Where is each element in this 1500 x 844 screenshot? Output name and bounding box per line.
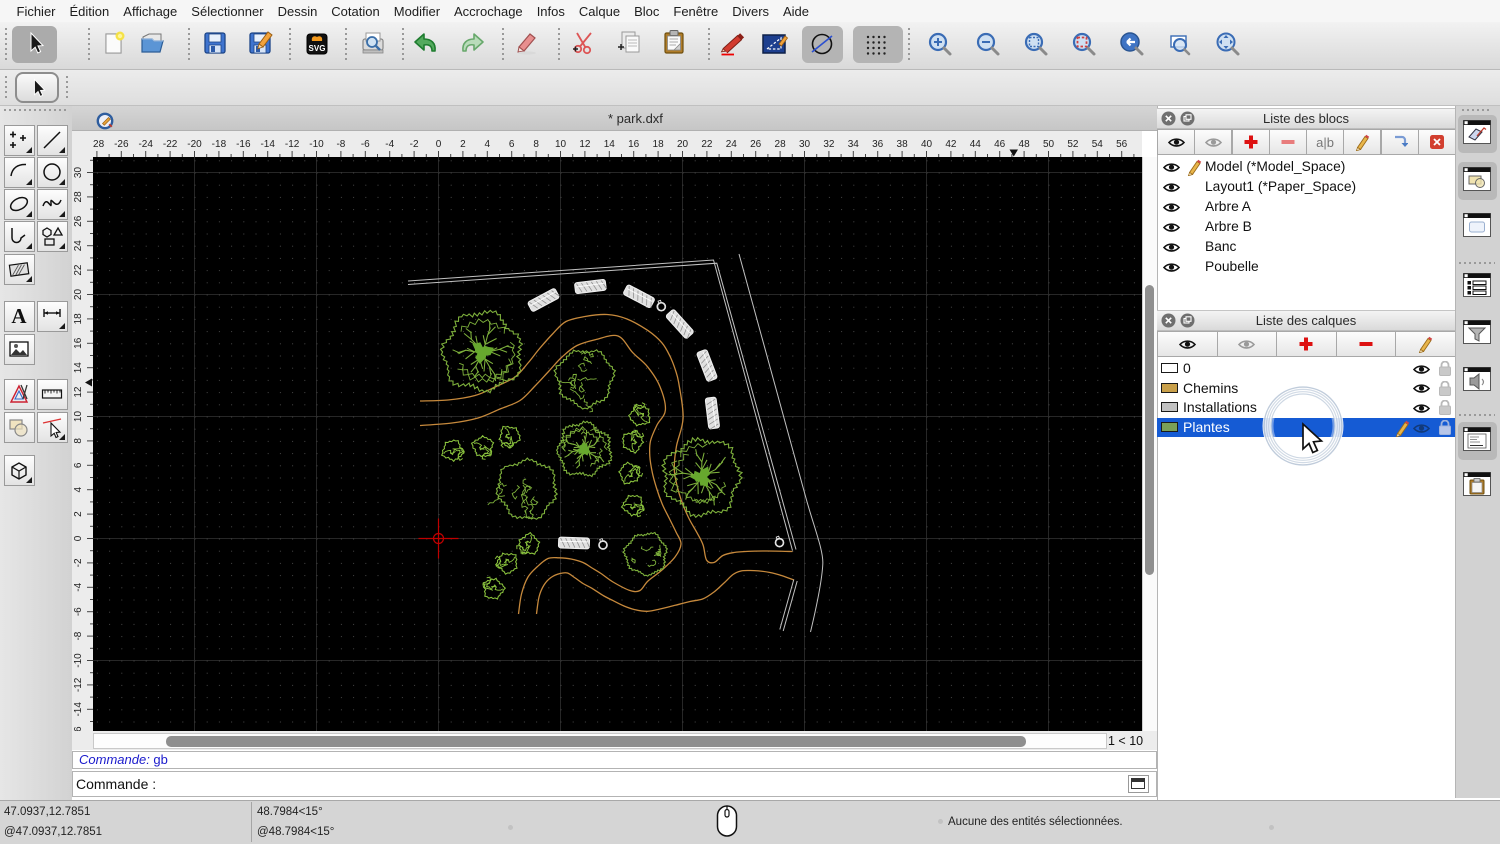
svg-text:34: 34 [848, 139, 860, 150]
svg-text:8: 8 [73, 438, 84, 444]
svg-text:-2: -2 [73, 558, 84, 567]
svg-text:A: A [11, 304, 27, 328]
svg-text:44: 44 [970, 139, 982, 150]
svg-text:18: 18 [653, 139, 665, 150]
svg-text:20: 20 [73, 289, 84, 301]
svg-text:2: 2 [460, 139, 466, 150]
svg-text:-8: -8 [336, 139, 345, 150]
svg-text:-10: -10 [309, 139, 324, 150]
svg-text:-22: -22 [163, 139, 178, 150]
svg-text:-28: -28 [93, 139, 105, 150]
svg-text:0: 0 [73, 535, 84, 541]
svg-text:10: 10 [555, 139, 567, 150]
svg-text:-2: -2 [410, 139, 419, 150]
svg-text:-4: -4 [385, 139, 394, 150]
svg-text:38: 38 [897, 139, 909, 150]
svg-text:42: 42 [945, 139, 957, 150]
svg-text:12: 12 [73, 386, 84, 398]
svg-text:26: 26 [73, 215, 84, 227]
svg-text:32: 32 [823, 139, 835, 150]
svg-text:36: 36 [872, 139, 884, 150]
svg-text:10: 10 [73, 411, 84, 423]
svg-text:18: 18 [73, 313, 84, 325]
svg-text:22: 22 [701, 139, 713, 150]
svg-text:50: 50 [1043, 139, 1055, 150]
svg-text:30: 30 [799, 139, 811, 150]
svg-text:-14: -14 [73, 702, 84, 717]
svg-text:8: 8 [533, 139, 539, 150]
svg-text:52: 52 [1067, 139, 1079, 150]
svg-text:-8: -8 [73, 631, 84, 640]
svg-text:2: 2 [73, 511, 84, 517]
svg-text:28: 28 [775, 139, 787, 150]
svg-text:16: 16 [628, 139, 640, 150]
svg-text:-16: -16 [236, 139, 251, 150]
svg-text:0: 0 [436, 139, 442, 150]
svg-text:SVG: SVG [309, 44, 326, 53]
svg-text:6: 6 [73, 462, 84, 468]
svg-text:-6: -6 [73, 607, 84, 616]
svg-text:-12: -12 [285, 139, 300, 150]
svg-text:4: 4 [73, 486, 84, 492]
svg-text:-12: -12 [73, 677, 84, 692]
svg-text:26: 26 [750, 139, 762, 150]
svg-text:4: 4 [485, 139, 491, 150]
svg-text:-24: -24 [138, 139, 153, 150]
svg-text:-18: -18 [212, 139, 227, 150]
svg-text:-10: -10 [73, 653, 84, 668]
svg-text:30: 30 [73, 167, 84, 179]
svg-text:46: 46 [994, 139, 1006, 150]
svg-text:12: 12 [579, 139, 591, 150]
svg-text:14: 14 [73, 362, 84, 374]
svg-text:22: 22 [73, 264, 84, 276]
svg-text:-20: -20 [187, 139, 202, 150]
svg-text:56: 56 [1116, 139, 1128, 150]
svg-text:24: 24 [726, 139, 738, 150]
svg-text:54: 54 [1092, 139, 1104, 150]
svg-text:-26: -26 [114, 139, 129, 150]
svg-text:6: 6 [509, 139, 515, 150]
svg-text:16: 16 [73, 337, 84, 349]
svg-text:20: 20 [677, 139, 689, 150]
svg-text:48: 48 [1019, 139, 1031, 150]
svg-text:-6: -6 [361, 139, 370, 150]
svg-text:-4: -4 [73, 582, 84, 591]
svg-text:24: 24 [73, 240, 84, 252]
svg-text:40: 40 [921, 139, 933, 150]
svg-text:14: 14 [604, 139, 616, 150]
svg-text:-14: -14 [260, 139, 275, 150]
svg-text:28: 28 [73, 191, 84, 203]
